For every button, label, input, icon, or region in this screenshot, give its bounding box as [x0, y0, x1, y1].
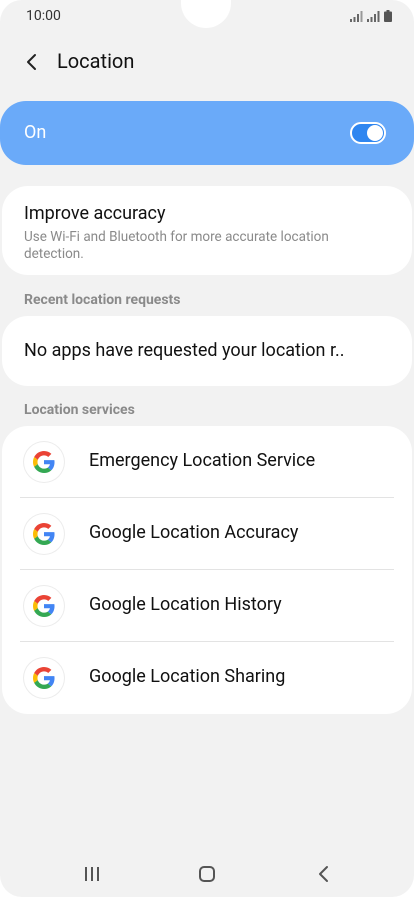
- service-label: Google Location History: [89, 594, 282, 615]
- service-emergency-location[interactable]: Emergency Location Service: [2, 426, 412, 498]
- service-label: Google Location Sharing: [89, 666, 286, 687]
- recent-requests-header: Recent location requests: [24, 292, 181, 308]
- service-label: Google Location Accuracy: [89, 522, 299, 543]
- app-bar: Location: [0, 40, 414, 84]
- location-switch[interactable]: [350, 122, 386, 144]
- service-google-location-history[interactable]: Google Location History: [2, 570, 412, 642]
- google-icon: [24, 442, 64, 482]
- service-google-location-sharing[interactable]: Google Location Sharing: [2, 642, 412, 714]
- page-title: Location: [57, 49, 135, 73]
- battery-icon: [384, 10, 392, 22]
- navigation-bar: [0, 850, 414, 897]
- service-label: Emergency Location Service: [89, 450, 316, 471]
- status-time: 10:00: [26, 8, 61, 24]
- google-icon: [24, 586, 64, 626]
- location-settings-screen: 10:00 Location On Improve accuracy Use W…: [0, 0, 414, 897]
- google-icon: [24, 514, 64, 554]
- camera-notch: [181, 0, 231, 28]
- signal-icon-2: [367, 11, 380, 22]
- location-services-card: Emergency Location Service Google Locati…: [2, 426, 412, 714]
- back-arrow-icon[interactable]: [20, 50, 44, 74]
- location-services-header: Location services: [24, 402, 135, 418]
- location-master-toggle[interactable]: On: [0, 101, 414, 165]
- improve-accuracy-title: Improve accuracy: [24, 203, 166, 224]
- status-icons: [350, 10, 392, 22]
- back-nav-icon[interactable]: [309, 862, 339, 886]
- no-recent-requests-text: No apps have requested your location r..: [24, 340, 345, 361]
- google-icon: [24, 658, 64, 698]
- signal-icon: [350, 11, 363, 22]
- improve-accuracy-summary: Use Wi-Fi and Bluetooth for more accurat…: [24, 229, 329, 262]
- home-icon[interactable]: [192, 862, 222, 886]
- improve-accuracy-item[interactable]: Improve accuracy Use Wi-Fi and Bluetooth…: [2, 186, 412, 275]
- switch-knob: [367, 125, 383, 141]
- recent-requests-card: No apps have requested your location r..: [2, 316, 412, 386]
- status-bar: 10:00: [0, 0, 414, 34]
- service-google-location-accuracy[interactable]: Google Location Accuracy: [2, 498, 412, 570]
- toggle-label: On: [24, 122, 47, 143]
- recent-apps-icon[interactable]: [77, 862, 107, 886]
